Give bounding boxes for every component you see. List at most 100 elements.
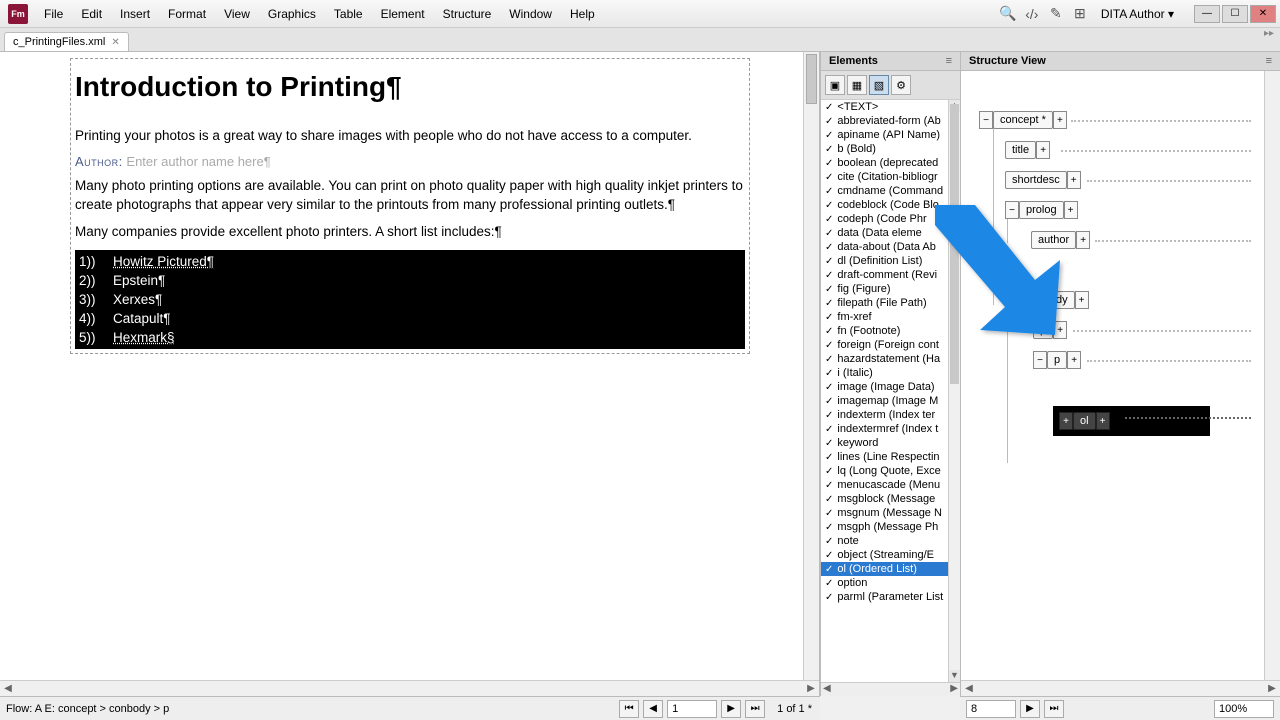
paragraph[interactable]: Many photo printing options are availabl… (75, 177, 745, 215)
maximize-button[interactable]: ☐ (1222, 5, 1248, 23)
expand-button[interactable]: + (1075, 291, 1089, 309)
node-title[interactable]: title + (1005, 141, 1050, 159)
collapse-button[interactable]: − (979, 111, 993, 129)
file-tab-close-icon[interactable]: ✕ (111, 37, 119, 48)
pencil-icon[interactable]: ✎ (1047, 5, 1065, 23)
wrap-element-button[interactable]: ▦ (847, 75, 867, 95)
menu-format[interactable]: Format (160, 3, 214, 25)
element-list-item[interactable]: ✓fig (Figure) (821, 282, 960, 296)
element-list-item[interactable]: ✓hazardstatement (Ha (821, 352, 960, 366)
menu-file[interactable]: File (36, 3, 71, 25)
node-conbody[interactable]: − conbody + (1005, 291, 1089, 309)
element-list-item[interactable]: ✓option (821, 576, 960, 590)
node-p[interactable]: p + (1033, 321, 1067, 339)
node-ol-selected[interactable]: + ol + (1053, 406, 1210, 436)
structure-view-body[interactable]: − concept * + title + shortdesc + − prol… (961, 71, 1280, 696)
expand-button[interactable]: + (1067, 171, 1081, 189)
vertical-scrollbar[interactable] (803, 52, 819, 680)
node-p[interactable]: − p + (1033, 351, 1081, 369)
element-list-item[interactable]: ✓menucascade (Menu (821, 478, 960, 492)
last-page-button[interactable]: ⏭ (745, 700, 765, 718)
element-list-item[interactable]: ✓codeph (Code Phr (821, 212, 960, 226)
sv-horizontal-scrollbar[interactable]: ◀ ▶ (961, 680, 1280, 696)
elements-bottom-scrollbar[interactable]: ◀ ▶ (821, 682, 960, 696)
expand-button[interactable]: + (1096, 412, 1110, 430)
search-icon[interactable]: 🔍 (999, 5, 1017, 23)
sv-last-page-button[interactable]: ⏭ (1044, 700, 1064, 718)
paragraph[interactable]: Many companies provide excellent photo p… (75, 223, 745, 242)
collapse-button[interactable]: − (1033, 351, 1047, 369)
prev-page-button[interactable]: ◀ (643, 700, 663, 718)
node-author[interactable]: author + (1031, 231, 1090, 249)
scroll-right-icon[interactable]: ▶ (950, 683, 958, 696)
scroll-left-icon[interactable]: ◀ (0, 683, 16, 694)
element-list-item[interactable]: ✓msgblock (Message (821, 492, 960, 506)
element-list-item[interactable]: ✓boolean (deprecated (821, 156, 960, 170)
expand-button[interactable]: + (1076, 231, 1090, 249)
element-list-item[interactable]: ✓abbreviated-form (Ab (821, 114, 960, 128)
element-list-item[interactable]: ✓lq (Long Quote, Exce (821, 464, 960, 478)
element-list-item[interactable]: ✓msgnum (Message N (821, 506, 960, 520)
next-page-button[interactable]: ▶ (721, 700, 741, 718)
structure-view-header[interactable]: Structure View ≡ (961, 52, 1280, 71)
expand-button[interactable]: + (1067, 351, 1081, 369)
expand-button[interactable]: + (1053, 111, 1067, 129)
element-list-item[interactable]: ✓cmdname (Command (821, 184, 960, 198)
document-page[interactable]: Introduction to Printing¶ Printing your … (70, 58, 750, 354)
menu-element[interactable]: Element (373, 3, 433, 25)
author-placeholder[interactable]: Enter author name here¶ (126, 154, 270, 169)
menu-insert[interactable]: Insert (112, 3, 158, 25)
panel-menu-icon[interactable]: ≡ (946, 55, 952, 67)
scroll-left-icon[interactable]: ◀ (823, 683, 831, 696)
list-item[interactable]: 4))Catapult¶ (75, 309, 745, 328)
file-tab[interactable]: c_PrintingFiles.xml ✕ (4, 32, 129, 51)
element-list-item[interactable]: ✓image (Image Data) (821, 380, 960, 394)
horizontal-scrollbar[interactable]: ◀ ▶ (0, 680, 819, 696)
element-list-item[interactable]: ✓apiname (API Name) (821, 128, 960, 142)
element-list-item[interactable]: ✓<TEXT> (821, 100, 960, 114)
panel-grip-icon[interactable]: ▸▸ (1264, 28, 1274, 39)
close-button[interactable]: ✕ (1250, 5, 1276, 23)
scroll-right-icon[interactable]: ▶ (803, 683, 819, 694)
menu-structure[interactable]: Structure (435, 3, 500, 25)
options-button[interactable]: ⚙ (891, 75, 911, 95)
author-line[interactable]: Author: Enter author name here¶ (75, 154, 745, 169)
code-icon[interactable]: ‹/› (1023, 5, 1041, 23)
first-page-button[interactable]: ⏮ (619, 700, 639, 718)
expand-button[interactable]: + (1064, 201, 1078, 219)
element-list-item[interactable]: ✓cite (Citation-bibliogr (821, 170, 960, 184)
element-list-item[interactable]: ✓draft-comment (Revi (821, 268, 960, 282)
element-list-item[interactable]: ✓fn (Footnote) (821, 324, 960, 338)
element-list-item[interactable]: ✓indextermref (Index t (821, 422, 960, 436)
scroll-left-icon[interactable]: ◀ (961, 683, 977, 694)
element-list-item[interactable]: ✓foreign (Foreign cont (821, 338, 960, 352)
element-list-item[interactable]: ✓data-about (Data Ab (821, 240, 960, 254)
element-list-item[interactable]: ✓indexterm (Index ter (821, 408, 960, 422)
elements-scrollbar[interactable]: ▲ ▼ (948, 100, 960, 682)
collapse-button[interactable]: − (1005, 201, 1019, 219)
list-item[interactable]: 2))Epstein¶ (75, 271, 745, 290)
menu-graphics[interactable]: Graphics (260, 3, 324, 25)
node-concept[interactable]: − concept * + (979, 111, 1067, 129)
layout-icon[interactable]: ⊞ (1071, 5, 1089, 23)
element-list-item[interactable]: ✓filepath (File Path) (821, 296, 960, 310)
element-list-item[interactable]: ✓imagemap (Image M (821, 394, 960, 408)
element-list-item[interactable]: ✓lines (Line Respectin (821, 450, 960, 464)
expand-button[interactable]: + (1036, 141, 1050, 159)
list-item[interactable]: 3))Xerxes¶ (75, 290, 745, 309)
scroll-down-icon[interactable]: ▼ (949, 670, 960, 682)
list-item[interactable]: 1))Howitz Pictured¶ (75, 252, 745, 271)
scroll-right-icon[interactable]: ▶ (1264, 683, 1280, 694)
expand-button[interactable]: + (1059, 412, 1073, 430)
element-list-item[interactable]: ✓keyword (821, 436, 960, 450)
menu-view[interactable]: View (216, 3, 258, 25)
menu-table[interactable]: Table (326, 3, 371, 25)
elements-list[interactable]: ✓<TEXT>✓abbreviated-form (Ab✓apiname (AP… (821, 100, 960, 682)
element-list-item[interactable]: ✓object (Streaming/E (821, 548, 960, 562)
element-list-item[interactable]: ✓note (821, 534, 960, 548)
element-list-item[interactable]: ✓i (Italic) (821, 366, 960, 380)
document-title[interactable]: Introduction to Printing¶ (75, 71, 745, 103)
element-list-item[interactable]: ✓fm-xref (821, 310, 960, 324)
insert-element-button[interactable]: ▣ (825, 75, 845, 95)
sv-next-page-button[interactable]: ▶ (1020, 700, 1040, 718)
